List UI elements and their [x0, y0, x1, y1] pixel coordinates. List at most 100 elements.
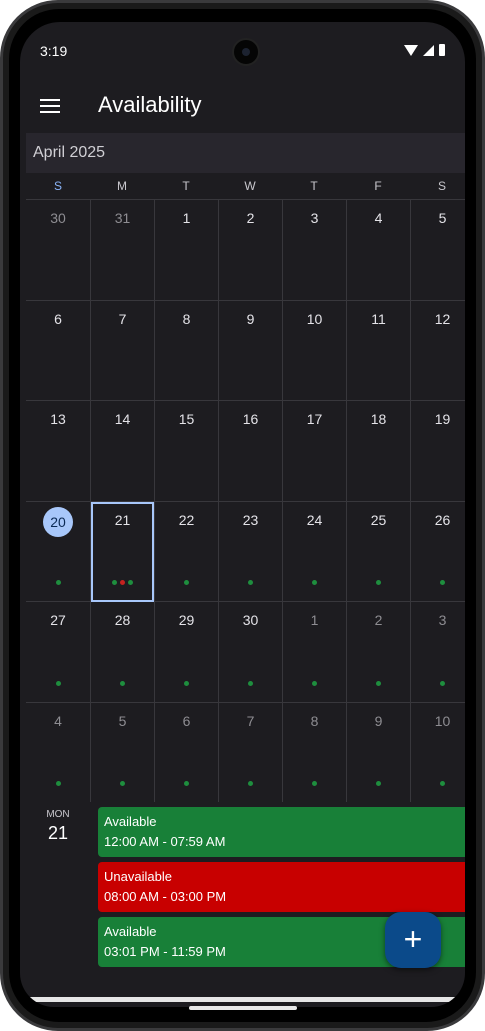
day-cell[interactable]: 7	[90, 300, 154, 400]
day-cell[interactable]: 1	[154, 200, 218, 300]
day-cell[interactable]: 8	[154, 300, 218, 400]
day-cell[interactable]: 9	[346, 702, 410, 802]
day-cell[interactable]: 5	[90, 702, 154, 802]
agenda-date: MON 21	[26, 802, 90, 844]
day-cell[interactable]: 2	[218, 200, 282, 300]
available-dot	[184, 680, 189, 686]
day-cell[interactable]: 10	[282, 300, 346, 400]
day-number: 4	[374, 210, 383, 226]
event-indicators	[347, 680, 410, 686]
day-cell[interactable]: 30	[26, 200, 90, 300]
available-dot	[248, 781, 253, 786]
event-indicators	[411, 781, 465, 786]
day-cell[interactable]: 17	[282, 401, 346, 501]
day-cell[interactable]: 6	[154, 702, 218, 802]
day-cell[interactable]: 23	[218, 501, 282, 601]
day-number: 12	[434, 310, 451, 327]
weekday-label: S	[53, 179, 62, 193]
available-dot	[128, 580, 133, 585]
phone-frame: 3:19 Availability April 2025 SMTWTFS 30 …	[0, 0, 485, 1031]
calendar-week: 27 28 29 30 1 2 3	[26, 601, 465, 702]
available-dot	[184, 781, 189, 786]
day-cell[interactable]: 13	[26, 401, 90, 501]
day-cell[interactable]: 19	[410, 401, 465, 501]
day-cell[interactable]: 31	[90, 200, 154, 300]
day-cell[interactable]: 26	[410, 501, 465, 601]
add-availability-button[interactable]: +	[385, 912, 441, 968]
event-indicators	[26, 680, 90, 686]
unavailable-dot	[120, 580, 125, 585]
available-dot	[248, 580, 253, 585]
month-label: April 2025	[33, 144, 106, 161]
weekday-header: SMTWTFS	[26, 173, 465, 199]
day-number: 5	[118, 712, 127, 729]
bottom-strip	[26, 997, 465, 1002]
event-indicators	[91, 580, 154, 585]
available-dot	[312, 680, 317, 686]
calendar-week: 13 14 15 16 17 18 19	[26, 400, 465, 501]
day-cell[interactable]: 1	[282, 602, 346, 702]
day-cell[interactable]: 11	[346, 300, 410, 400]
status-bar: 3:19	[20, 22, 465, 70]
day-cell[interactable]: 25	[346, 501, 410, 601]
day-cell[interactable]: 30	[218, 602, 282, 702]
signal-icon	[423, 44, 434, 56]
day-cell[interactable]: 5	[410, 200, 465, 300]
weekday-label: T	[182, 179, 190, 193]
day-cell[interactable]: 14	[90, 401, 154, 501]
available-dot	[440, 781, 445, 786]
day-number: 22	[178, 511, 195, 528]
day-number: 30	[242, 612, 259, 628]
available-dot	[55, 680, 61, 686]
day-cell[interactable]: 2	[346, 602, 410, 702]
day-number: 8	[182, 310, 191, 327]
day-cell-selected[interactable]: 21	[90, 501, 154, 602]
day-cell[interactable]: 9	[218, 300, 282, 400]
day-cell[interactable]: 4	[26, 703, 90, 803]
weekday-label: W	[244, 179, 256, 193]
home-indicator[interactable]	[189, 1006, 297, 1010]
front-camera	[232, 38, 260, 66]
battery-icon	[439, 44, 445, 56]
day-cell-today[interactable]: 20	[26, 502, 90, 602]
day-cell[interactable]: 4	[346, 200, 410, 300]
available-dot	[376, 781, 381, 786]
day-cell[interactable]: 29	[154, 602, 218, 702]
unavailable-event[interactable]: Unavailable 08:00 AM - 03:00 PM	[98, 862, 465, 912]
event-title: Available	[104, 814, 157, 829]
day-number: 26	[434, 511, 451, 528]
day-cell[interactable]: 22	[154, 501, 218, 601]
event-indicators	[155, 781, 218, 786]
menu-icon[interactable]	[40, 98, 60, 114]
available-dot	[112, 580, 117, 585]
status-icons	[404, 44, 445, 56]
status-time: 3:19	[40, 43, 68, 59]
day-cell[interactable]: 7	[218, 702, 282, 802]
day-cell[interactable]: 3	[282, 200, 346, 300]
day-cell[interactable]: 3	[410, 602, 465, 702]
day-cell[interactable]: 6	[26, 301, 90, 401]
day-number: 16	[242, 411, 259, 427]
event-indicators	[219, 680, 282, 686]
day-number: 18	[370, 411, 387, 427]
phone-bezel: 3:19 Availability April 2025 SMTWTFS 30 …	[9, 9, 476, 1022]
day-number: 1	[310, 612, 319, 628]
day-cell[interactable]: 27	[26, 602, 90, 702]
day-cell[interactable]: 18	[346, 401, 410, 501]
day-cell[interactable]: 28	[90, 602, 154, 702]
available-event[interactable]: Available 12:00 AM - 07:59 AM	[98, 807, 465, 857]
day-cell[interactable]: 24	[282, 501, 346, 601]
day-cell[interactable]: 10	[410, 702, 465, 802]
day-cell[interactable]: 15	[154, 401, 218, 501]
available-dot	[184, 580, 189, 585]
day-number: 7	[118, 310, 127, 327]
day-cell[interactable]: 8	[282, 702, 346, 802]
day-number: 2	[246, 210, 255, 226]
day-number: 15	[178, 411, 195, 427]
event-indicators	[347, 781, 410, 786]
calendar-week: 20 21 22 23 24 25 26	[26, 500, 465, 602]
day-cell[interactable]: 16	[218, 401, 282, 501]
day-number: 30	[50, 210, 66, 226]
available-dot	[440, 580, 445, 585]
day-cell[interactable]: 12	[410, 300, 465, 400]
